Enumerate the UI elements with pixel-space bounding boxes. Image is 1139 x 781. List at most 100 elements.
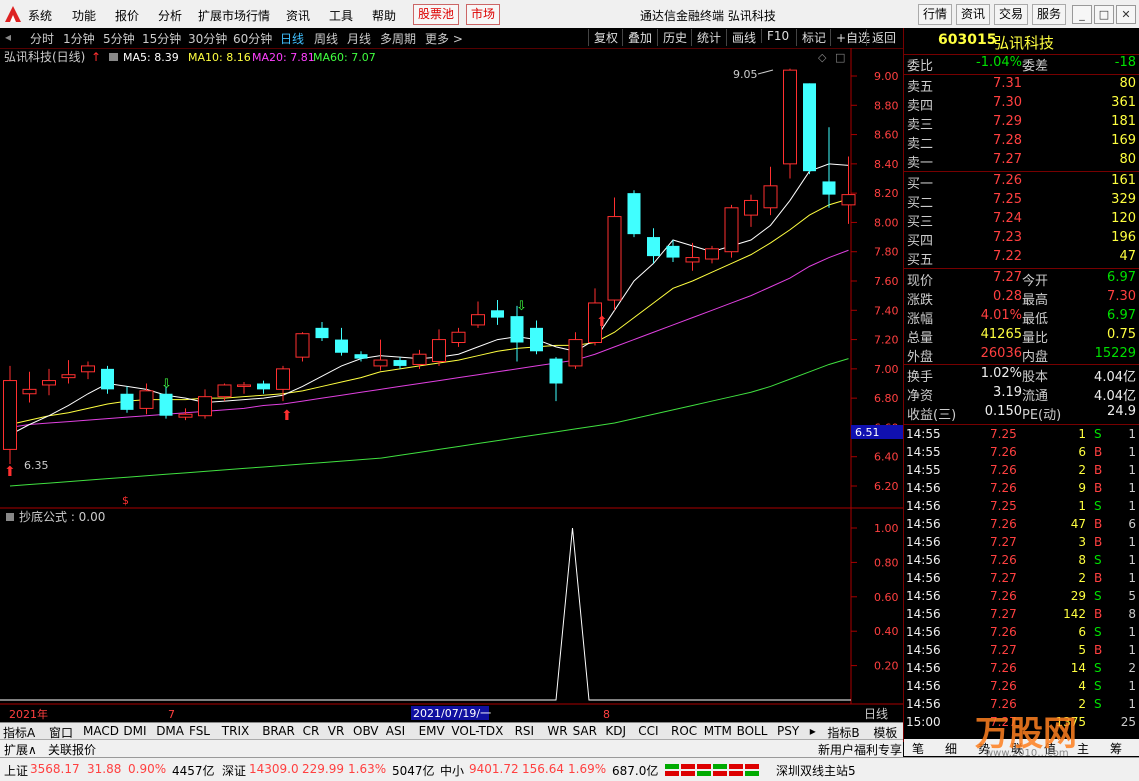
menu-system[interactable]: 系统 xyxy=(28,7,52,24)
adjust-button[interactable]: 复权 xyxy=(588,29,618,46)
indicator-tab[interactable]: MTM xyxy=(704,724,732,738)
candle[interactable] xyxy=(412,353,427,365)
buy-order-row[interactable]: 买一 7.26 161 xyxy=(904,173,1139,192)
f10-button[interactable]: F10 xyxy=(761,29,789,43)
candle[interactable] xyxy=(61,374,76,379)
indicator-tab[interactable]: DMI xyxy=(123,724,146,738)
promo-link[interactable]: 新用户福利专享 xyxy=(818,741,902,758)
history-button[interactable]: 历史 xyxy=(657,29,687,46)
candle[interactable] xyxy=(763,185,778,209)
sell-order-row[interactable]: 卖五 7.31 80 xyxy=(904,76,1139,95)
tab-more[interactable]: 更多 > xyxy=(425,30,463,47)
buy-order-row[interactable]: 买五 7.22 47 xyxy=(904,249,1139,268)
stats-button[interactable]: 统计 xyxy=(691,29,721,46)
news-button[interactable]: 资讯 xyxy=(956,4,991,25)
collapse-icon[interactable]: ◂ xyxy=(5,30,11,44)
indicator-tab[interactable]: ROC xyxy=(671,724,697,738)
buy-order-row[interactable]: 买二 7.25 329 xyxy=(904,192,1139,211)
menu-quote[interactable]: 报价 xyxy=(115,7,139,24)
candle[interactable] xyxy=(432,339,446,363)
indicator-tab[interactable]: TRIX xyxy=(222,724,249,738)
indicator-tab[interactable]: + xyxy=(907,724,917,738)
indicator-settings-icon[interactable] xyxy=(6,513,14,521)
diamond-icon[interactable]: ◇ xyxy=(818,51,827,64)
minimize-icon[interactable]: _ xyxy=(1072,5,1092,24)
add-watchlist-button[interactable]: +自选 xyxy=(830,29,870,46)
menu-analysis[interactable]: 分析 xyxy=(158,7,182,24)
indicator-tab[interactable]: RSI xyxy=(515,724,535,738)
candle[interactable] xyxy=(373,359,388,367)
candle[interactable] xyxy=(276,368,290,390)
candle[interactable] xyxy=(568,339,583,367)
indicator-tab[interactable]: ASI xyxy=(386,724,405,738)
tab-15min[interactable]: 15分钟 xyxy=(142,30,181,47)
candle[interactable] xyxy=(42,380,56,386)
indicator-tab[interactable]: VOL-TDX xyxy=(451,724,503,738)
buy-order-row[interactable]: 买四 7.23 196 xyxy=(904,230,1139,249)
candle[interactable] xyxy=(647,237,660,257)
indicator-tab[interactable]: ▾ xyxy=(925,724,931,738)
candle[interactable] xyxy=(198,396,212,417)
candle[interactable] xyxy=(354,354,368,359)
tab-intraday[interactable]: 分时 xyxy=(30,30,54,47)
candle[interactable] xyxy=(217,384,232,398)
kline-chart[interactable]: 9.00 8.80 8.60 8.40 8.20 8.00 7.80 7.60 7.40 7.20… xyxy=(0,48,903,722)
indicator-tab[interactable]: BOLL xyxy=(737,724,768,738)
menu-tools[interactable]: 工具 xyxy=(329,7,353,24)
maximize-icon[interactable]: □ xyxy=(1094,5,1114,24)
indicator-tab[interactable]: CCI xyxy=(638,724,658,738)
candle[interactable] xyxy=(822,181,836,195)
settings-icon[interactable] xyxy=(109,53,118,61)
menu-help[interactable]: 帮助 xyxy=(372,7,396,24)
tab-60min[interactable]: 60分钟 xyxy=(233,30,272,47)
sell-order-row[interactable]: 卖二 7.28 169 xyxy=(904,133,1139,152)
menu-ext-market[interactable]: 扩展市场行情 xyxy=(198,7,270,24)
indicator-tab[interactable]: SAR xyxy=(573,724,597,738)
candle[interactable] xyxy=(666,245,680,258)
candle[interactable] xyxy=(178,413,193,418)
back-button[interactable]: 返回 xyxy=(866,29,896,46)
candle[interactable] xyxy=(120,393,134,410)
indicator-tab[interactable]: PSY xyxy=(777,724,799,738)
sell-order-row[interactable]: 卖一 7.27 80 xyxy=(904,152,1139,171)
candle[interactable] xyxy=(510,316,524,343)
candle[interactable] xyxy=(471,314,485,326)
indicator-tab[interactable]: KDJ xyxy=(605,724,626,738)
candle[interactable] xyxy=(257,383,270,390)
indicator-tab[interactable]: FSL xyxy=(189,724,210,738)
tab-1min[interactable]: 1分钟 xyxy=(63,30,95,47)
chart-area[interactable]: 9.00 8.80 8.60 8.40 8.20 8.00 7.80 7.60 7.40 7.20… xyxy=(0,48,903,721)
service-button[interactable]: 服务 xyxy=(1032,4,1067,25)
candle[interactable] xyxy=(139,390,154,409)
indicator-tab[interactable]: WR xyxy=(547,724,567,738)
candle[interactable] xyxy=(744,199,758,216)
candle[interactable] xyxy=(295,333,310,358)
close-icon[interactable]: ✕ xyxy=(1116,5,1136,24)
candle[interactable] xyxy=(549,358,563,384)
trade-button[interactable]: 交易 xyxy=(994,4,1029,25)
panel-tab[interactable]: 笔 xyxy=(912,740,924,757)
mark-button[interactable]: 标记 xyxy=(796,29,826,46)
candle[interactable] xyxy=(783,69,797,165)
tab-multi-period[interactable]: 多周期 xyxy=(380,30,416,47)
candle[interactable] xyxy=(315,327,329,339)
candle[interactable] xyxy=(393,360,407,366)
candle[interactable] xyxy=(81,365,95,373)
menu-function[interactable]: 功能 xyxy=(72,7,96,24)
draw-button[interactable]: 画线 xyxy=(726,29,756,46)
candle[interactable] xyxy=(101,368,114,390)
stock-pool-button[interactable]: 股票池 xyxy=(413,4,460,25)
candle[interactable] xyxy=(685,257,700,263)
candle[interactable] xyxy=(627,193,641,235)
candle[interactable] xyxy=(3,380,17,450)
small-square-icon[interactable]: □ xyxy=(835,51,845,64)
indicator-tab[interactable]: ▸ xyxy=(810,724,816,738)
indicator-tab[interactable]: VR xyxy=(328,724,345,738)
quote-button[interactable]: 行情 xyxy=(918,4,953,25)
indicator-tab[interactable]: OBV xyxy=(353,724,379,738)
overlay-button[interactable]: 叠加 xyxy=(622,29,652,46)
tab-30min[interactable]: 30分钟 xyxy=(188,30,227,47)
tab-5min[interactable]: 5分钟 xyxy=(103,30,135,47)
candle[interactable] xyxy=(237,384,251,387)
candle[interactable] xyxy=(22,388,37,395)
